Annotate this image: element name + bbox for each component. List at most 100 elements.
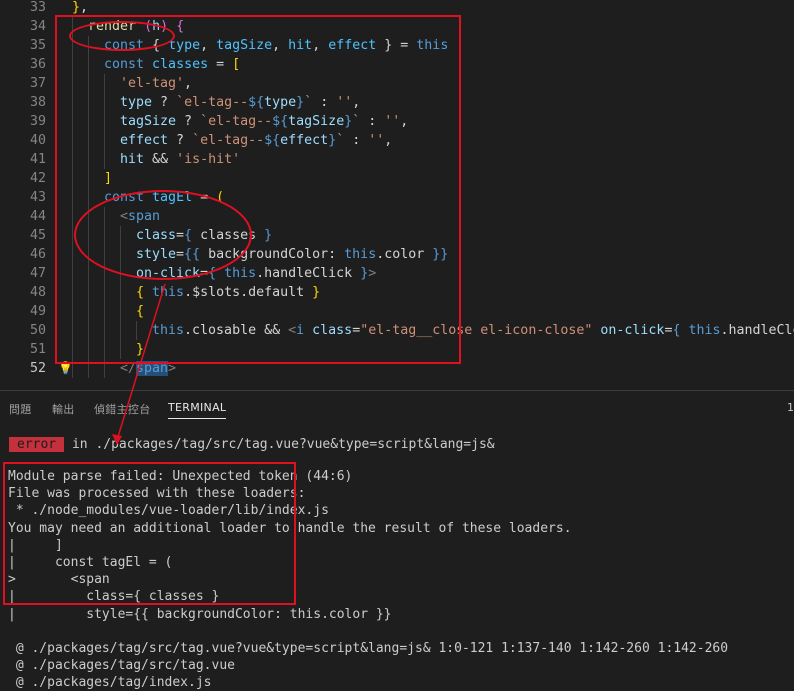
tab-output[interactable]: 輸出	[52, 401, 75, 417]
indent-guide	[88, 359, 89, 378]
indent-guide	[88, 55, 89, 74]
code-line[interactable]: 43 const tagEl = (	[0, 188, 794, 207]
terminal-trace-line: @ ./packages/tag/src/tag.vue?vue&type=sc…	[8, 641, 729, 656]
code-line[interactable]: 36 const classes = [	[0, 55, 794, 74]
code-line[interactable]: 42]	[0, 169, 794, 188]
line-number: 49	[29, 304, 46, 319]
indent-guide	[72, 188, 73, 207]
indent-guide	[88, 150, 89, 169]
indent-guide	[88, 340, 89, 359]
code-line[interactable]: 44 <span	[0, 207, 794, 226]
line-number: 33	[29, 0, 46, 15]
indent-guide	[104, 226, 105, 245]
terminal-line: > <span	[8, 572, 110, 588]
line-number: 41	[29, 152, 46, 167]
indent-guide	[104, 340, 105, 359]
indent-guide	[104, 302, 105, 321]
code-line[interactable]: 35 const { type, tagSize, hit, effect } =…	[0, 36, 794, 55]
indent-guide	[88, 302, 89, 321]
line-number: 38	[29, 95, 46, 110]
indent-guide	[72, 74, 73, 93]
code-line[interactable]: 50 this.closable && <i class="el-tag__clo…	[0, 321, 794, 340]
line-number: 36	[29, 57, 46, 72]
lightbulb-icon[interactable]: 💡	[58, 359, 73, 378]
indent-guide	[88, 188, 89, 207]
tab-terminal[interactable]: TERMINAL	[168, 401, 227, 419]
line-number: 42	[29, 171, 46, 186]
indent-guide	[120, 226, 121, 245]
code-text: },	[72, 0, 89, 15]
terminal-line: You may need an additional loader to han…	[8, 520, 572, 536]
terminal-line: * ./node_modules/vue-loader/lib/index.js	[8, 503, 329, 519]
code-text: ]	[104, 171, 113, 186]
code-text: </span>	[120, 361, 177, 376]
indent-guide	[88, 112, 89, 131]
indent-guide	[72, 302, 73, 321]
indent-guide	[88, 93, 89, 112]
indent-guide	[88, 283, 89, 302]
indent-guide	[104, 264, 105, 283]
code-line[interactable]: 47 on-click={ this.handleClick }>	[0, 264, 794, 283]
code-text: const classes = [	[104, 57, 241, 72]
terminal-line: | const tagEl = (	[8, 555, 173, 570]
terminal-error-header: error in ./packages/tag/src/tag.vue?vue&…	[8, 436, 495, 453]
indent-guide	[72, 55, 73, 74]
code-text: on-click={ this.handleClick }>	[136, 266, 377, 281]
indent-guide	[120, 264, 121, 283]
code-text: {	[136, 304, 145, 319]
error-location: in ./packages/tag/src/tag.vue?vue&type=s…	[64, 437, 495, 452]
code-line[interactable]: 34 render (h) {	[0, 17, 794, 36]
code-line[interactable]: 37 'el-tag',	[0, 74, 794, 93]
line-number: 39	[29, 114, 46, 129]
tab-problems[interactable]: 問題	[9, 401, 32, 417]
code-line[interactable]: 51}	[0, 340, 794, 359]
code-line[interactable]: 46 style={{ backgroundColor: this.color }…	[0, 245, 794, 264]
tab-debug-console[interactable]: 偵錯主控台	[94, 401, 151, 417]
indent-guide	[104, 207, 105, 226]
code-line[interactable]: 45 class={ classes }	[0, 226, 794, 245]
code-text: }	[136, 342, 145, 357]
terminal-trace-line: @ ./packages/tag/src/tag.vue	[8, 658, 235, 673]
code-line[interactable]: 33},	[0, 0, 794, 17]
line-number: 45	[29, 228, 46, 243]
indent-guide	[104, 283, 105, 302]
line-number: 46	[29, 247, 46, 262]
code-text: effect ? `el-tag--${effect}` : '',	[120, 133, 393, 148]
bottom-panel: 問題 輸出 偵錯主控台 TERMINAL 1 error in ./packag…	[0, 390, 794, 691]
code-line[interactable]: 39 tagSize ? `el-tag--${tagSize}` : '',	[0, 112, 794, 131]
indent-guide	[88, 321, 89, 340]
indent-guide	[104, 131, 105, 150]
indent-guide	[88, 36, 89, 55]
code-line[interactable]: 41 hit && 'is-hit'	[0, 150, 794, 169]
code-editor[interactable]: 33}, 34 render (h) {35 const { type, tagSiz…	[0, 0, 794, 390]
line-number: 51	[29, 342, 46, 357]
line-number: 37	[29, 76, 46, 91]
indent-guide	[72, 245, 73, 264]
indent-guide	[72, 36, 73, 55]
code-line[interactable]: 49 {	[0, 302, 794, 321]
code-text: { this.$slots.default }	[136, 285, 321, 300]
indent-guide	[88, 264, 89, 283]
terminal-instance-indicator[interactable]: 1	[787, 401, 794, 414]
indent-guide	[72, 207, 73, 226]
indent-guide	[88, 74, 89, 93]
code-text: this.closable && <i class="el-tag__close…	[152, 323, 794, 338]
line-number: 48	[29, 285, 46, 300]
line-number: 40	[29, 133, 46, 148]
code-text: <span	[120, 209, 161, 224]
indent-guide	[104, 93, 105, 112]
indent-guide	[104, 359, 105, 378]
indent-guide	[120, 321, 121, 340]
code-text: hit && 'is-hit'	[120, 152, 241, 167]
code-line[interactable]: 48 { this.$slots.default }	[0, 283, 794, 302]
indent-guide	[120, 302, 121, 321]
line-number: 44	[29, 209, 46, 224]
indent-guide	[88, 169, 89, 188]
indent-guide	[72, 283, 73, 302]
code-line[interactable]: 52 </span> 💡	[0, 359, 794, 378]
terminal-line: | class={ classes }	[8, 589, 220, 605]
code-text: class={ classes }	[136, 228, 273, 243]
code-line[interactable]: 38 type ? `el-tag--${type}` : '',	[0, 93, 794, 112]
code-line[interactable]: 40 effect ? `el-tag--${effect}` : '',	[0, 131, 794, 150]
panel-tabs: 問題 輸出 偵錯主控台 TERMINAL 1	[0, 391, 794, 425]
